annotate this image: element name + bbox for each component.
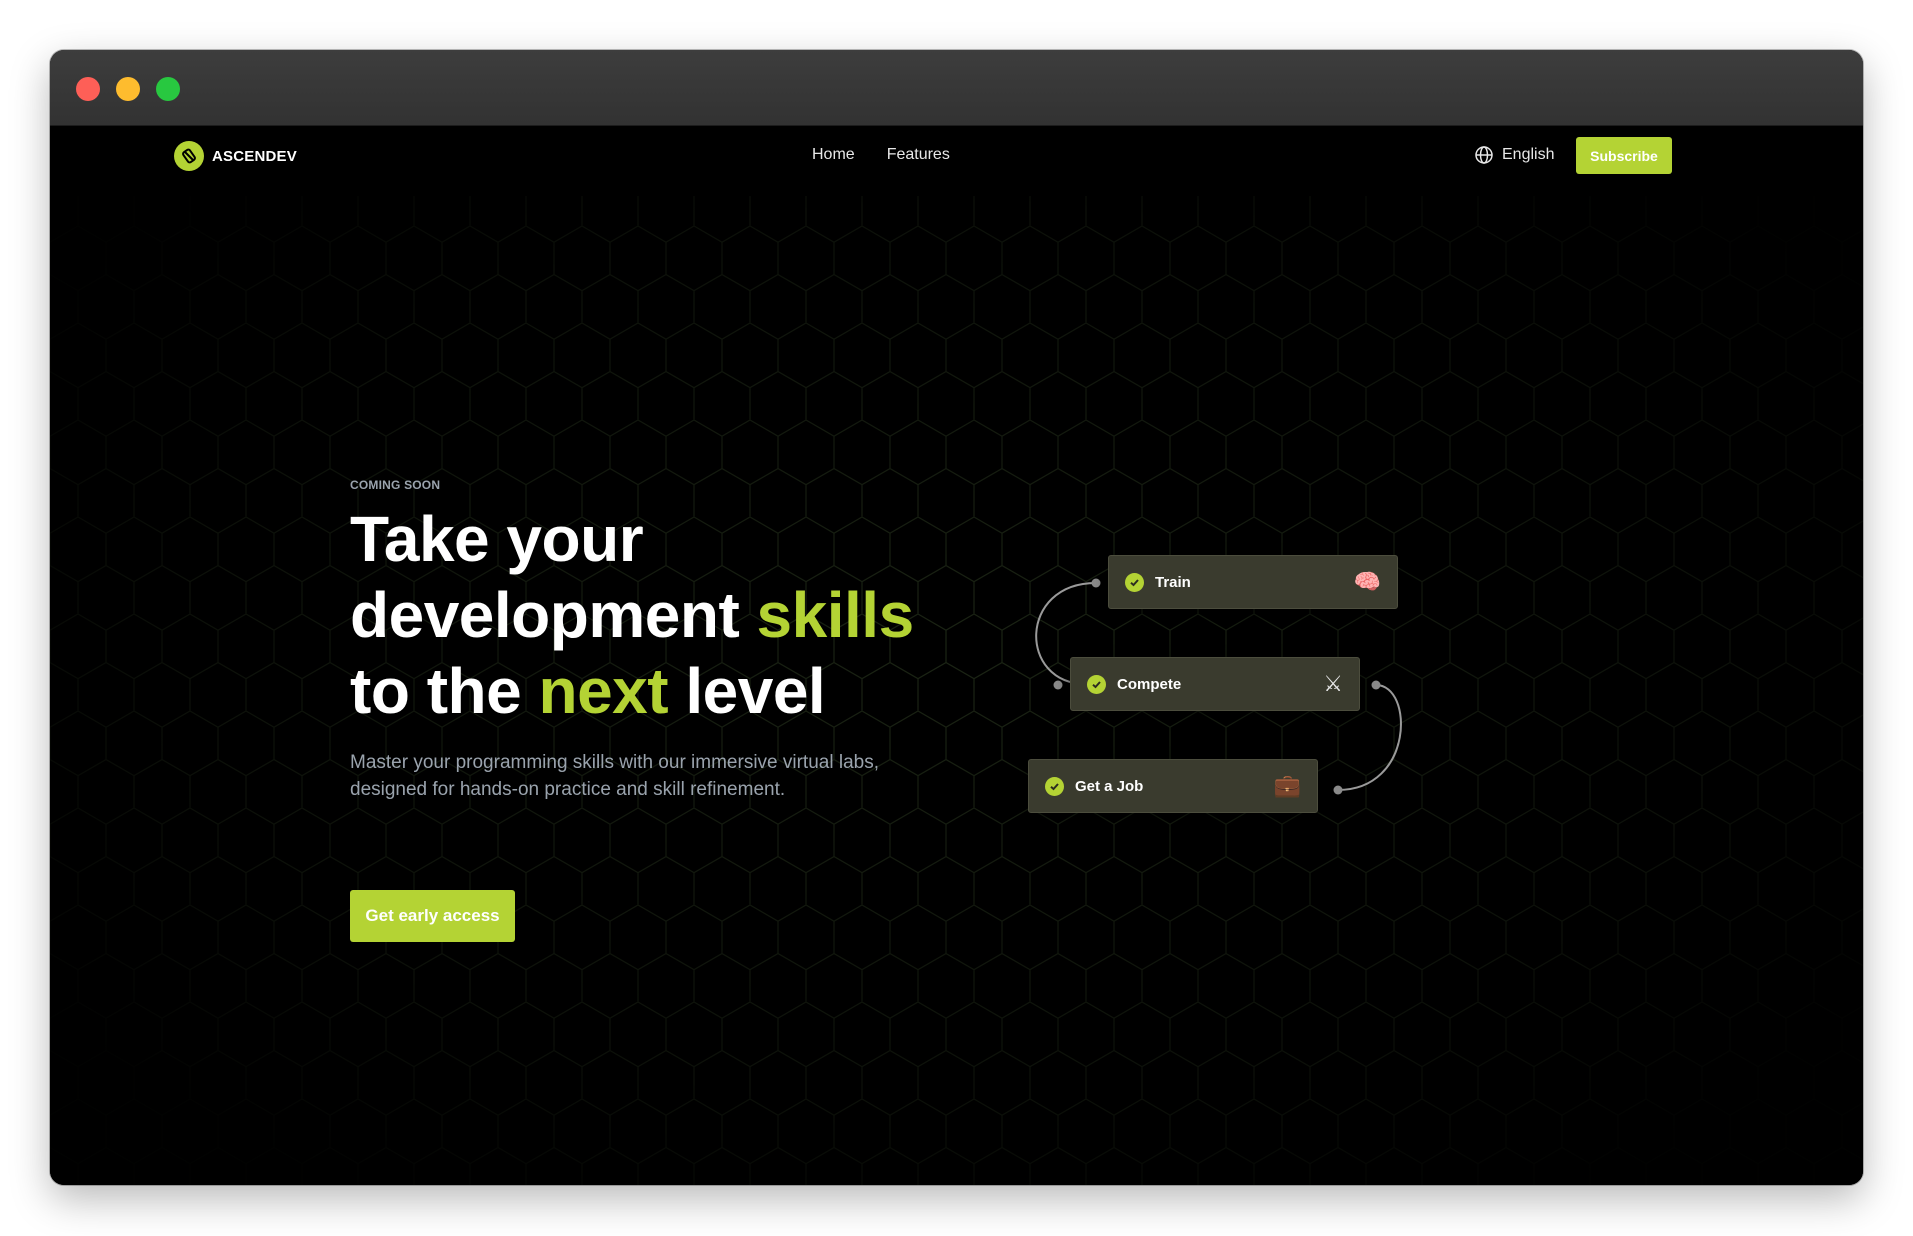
main-nav: Home Features [812,146,950,164]
globe-icon [1475,146,1493,164]
landing-page: ASCENDEV Home Features English Subscribe… [50,126,1863,1185]
minimize-window-button[interactable] [116,77,140,101]
hero-headline: Take your development skills to the next… [350,501,950,729]
nav-link-features[interactable]: Features [887,146,950,164]
hex-background-pattern [50,126,1863,1185]
browser-window: ASCENDEV Home Features English Subscribe… [50,50,1863,1185]
brand-logo[interactable]: ASCENDEV [174,141,297,171]
hero-subtext: Master your programming skills with our … [350,752,879,800]
get-early-access-button[interactable]: Get early access [350,890,515,942]
briefcase-icon: 💼 [1273,773,1301,799]
flow-step-compete: Compete ⚔ [1070,657,1360,711]
brand-name: ASCENDEV [212,147,297,165]
check-circle-icon [1087,674,1106,694]
maximize-window-button[interactable] [156,77,180,101]
flow-step-label: Compete [1117,675,1182,693]
headline-line-1: Take your [350,503,644,575]
flow-step-get-a-job: Get a Job 💼 [1028,759,1318,813]
logo-icon [174,141,204,171]
headline-line-3-prefix: to the [350,655,539,727]
hero-text: COMING SOON Take your development skills… [350,478,950,803]
window-titlebar [50,50,1863,126]
flow-step-label: Train [1155,573,1191,591]
check-circle-icon [1045,776,1064,796]
coming-soon-label: COMING SOON [350,478,441,492]
close-window-button[interactable] [76,77,100,101]
flow-step-train: Train 🧠 [1108,555,1398,609]
subscribe-button[interactable]: Subscribe [1576,137,1672,174]
crossed-swords-icon: ⚔ [1323,671,1343,697]
headline-line-2: development [350,579,757,651]
nav-link-home[interactable]: Home [812,146,855,164]
language-selector[interactable]: English [1474,145,1554,165]
brain-icon: 🧠 [1353,569,1381,595]
check-circle-icon [1125,572,1144,592]
language-label: English [1502,146,1555,163]
flow-step-label: Get a Job [1075,777,1144,795]
headline-accent-skills: skills [756,579,915,651]
headline-accent-next: next [538,655,669,727]
headline-line-3-suffix: level [668,655,826,727]
